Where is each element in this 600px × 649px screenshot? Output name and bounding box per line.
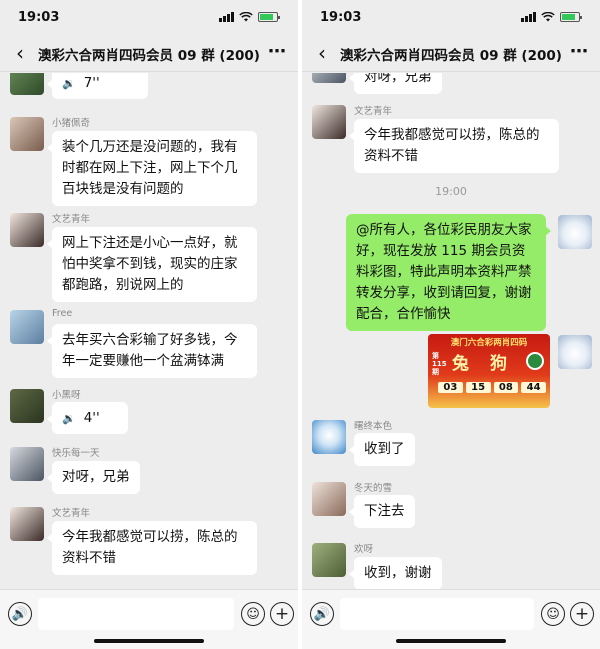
lottery-number: 08 <box>493 382 519 393</box>
emoji-icon[interactable]: ☺ <box>541 602 565 626</box>
lottery-number: 44 <box>521 382 546 393</box>
message-bubble[interactable]: 今年我都感觉可以捞，陈总的资料不错 <box>47 521 257 575</box>
wifi-icon <box>541 12 555 22</box>
input-bar: 🔊 ☺ + <box>0 589 298 649</box>
image-issue: 第115期 <box>432 352 447 376</box>
voice-wave-icon: 🔉 <box>62 411 76 425</box>
left-phone-screen: 19:03 ‹ 澳彩六合两肖四码会员 09 群 (200) ⋯ 🔉 7'' 小猪… <box>0 0 298 649</box>
lottery-number: 03 <box>438 382 463 393</box>
status-bar: 19:03 <box>0 0 298 36</box>
message-bubble[interactable]: 收到了 <box>349 433 415 466</box>
input-bar: 🔊 ☺ + <box>302 589 600 649</box>
sender-name: 文艺青年 <box>52 214 91 225</box>
sender-name: 欢呀 <box>354 544 374 555</box>
voice-duration: 4'' <box>83 409 100 426</box>
message-bubble[interactable]: 今年我都感觉可以捞，陈总的资料不错 <box>349 119 559 173</box>
chat-title: 澳彩六合两肖四码会员 09 群 (200) <box>340 48 562 64</box>
status-time: 19:03 <box>320 10 362 25</box>
sender-name: 曙终本色 <box>354 421 393 432</box>
sender-name: 快乐每一天 <box>52 448 100 459</box>
avatar[interactable] <box>10 310 44 344</box>
avatar[interactable] <box>10 389 44 423</box>
message-bubble[interactable]: 网上下注还是小心一点好，就怕中奖拿不到钱，现实的庄家都跑路，别说网上的 <box>47 227 257 302</box>
avatar[interactable] <box>10 117 44 151</box>
avatar[interactable] <box>10 507 44 541</box>
more-button[interactable]: ⋯ <box>566 40 592 66</box>
emoji-icon[interactable]: ☺ <box>241 602 265 626</box>
battery-icon <box>258 12 280 22</box>
avatar[interactable] <box>312 73 346 83</box>
chat-header: ‹ 澳彩六合两肖四码会员 09 群 (200) ⋯ <box>302 36 600 72</box>
voice-input-icon[interactable]: 🔊 <box>310 602 334 626</box>
home-indicator <box>94 639 204 643</box>
voice-duration: 7'' <box>83 74 100 91</box>
zodiac-2: 狗 <box>490 354 507 374</box>
status-bar: 19:03 <box>302 0 600 36</box>
message-bubble[interactable]: 对呀，兄弟 <box>47 461 140 494</box>
message-list[interactable]: 🔉 7'' 小猪佩奇 装个几万还是没问题的，我有时都在网上下注，网上下个几百块钱… <box>0 73 298 589</box>
more-button[interactable]: ⋯ <box>264 40 290 66</box>
sender-name: 小黑呀 <box>52 390 81 401</box>
back-button[interactable]: ‹ <box>310 40 334 66</box>
sender-name: 小猪佩奇 <box>52 118 91 129</box>
avatar[interactable] <box>10 73 44 95</box>
message-input[interactable] <box>340 598 534 630</box>
image-banner: 澳门六合彩两肖四码 <box>450 338 528 348</box>
timestamp: 19:00 <box>435 185 467 198</box>
avatar[interactable] <box>312 543 346 577</box>
status-time: 19:03 <box>18 10 60 25</box>
message-bubble[interactable]: 装个几万还是没问题的，我有时都在网上下注，网上下个几百块钱是没有问题的 <box>47 131 257 206</box>
avatar[interactable] <box>10 447 44 481</box>
message-bubble[interactable]: 去年买六合彩输了好多钱，今年一定要赚他一个盆满钵满 <box>47 324 257 378</box>
chat-title: 澳彩六合两肖四码会员 09 群 (200) <box>38 48 260 64</box>
sender-name: Free <box>52 308 73 319</box>
voice-message[interactable]: 🔉 4'' <box>47 402 128 434</box>
avatar[interactable] <box>312 105 346 139</box>
macau-emblem-icon <box>526 352 544 370</box>
chat-header: ‹ 澳彩六合两肖四码会员 09 群 (200) ⋯ <box>0 36 298 72</box>
right-phone-screen: 19:03 ‹ 澳彩六合两肖四码会员 09 群 (200) ⋯ 对呀，兄弟 文艺… <box>302 0 600 649</box>
lottery-image-message[interactable]: 澳门六合彩两肖四码 第115期 兔 狗 03 15 08 44 <box>428 334 550 408</box>
sender-name: 文艺青年 <box>354 106 393 117</box>
self-avatar[interactable] <box>558 215 592 249</box>
lottery-number: 15 <box>465 382 491 393</box>
avatar[interactable] <box>312 420 346 454</box>
avatar[interactable] <box>10 213 44 247</box>
avatar[interactable] <box>312 482 346 516</box>
sender-name: 冬天的雪 <box>354 483 393 494</box>
message-bubble[interactable]: 下注去 <box>349 495 415 528</box>
voice-wave-icon: 🔉 <box>62 76 76 90</box>
wifi-icon <box>239 12 253 22</box>
home-indicator <box>396 639 506 643</box>
battery-icon <box>560 12 582 22</box>
message-input[interactable] <box>38 598 234 630</box>
signal-icon <box>521 12 536 22</box>
voice-input-icon[interactable]: 🔊 <box>8 602 32 626</box>
self-avatar[interactable] <box>558 335 592 369</box>
sender-name: 文艺青年 <box>52 508 91 519</box>
message-bubble[interactable]: 收到，谢谢 <box>349 557 442 589</box>
voice-message[interactable]: 🔉 7'' <box>47 73 148 99</box>
message-bubble[interactable]: 对呀，兄弟 <box>349 73 442 94</box>
message-list[interactable]: 对呀，兄弟 文艺青年 今年我都感觉可以捞，陈总的资料不错 19:00 @所有人，… <box>302 73 600 589</box>
self-message-bubble[interactable]: @所有人，各位彩民朋友大家好，现在发放 115 期会员资料彩图，特此声明本资料严… <box>346 214 551 331</box>
plus-icon[interactable]: + <box>570 602 594 626</box>
plus-icon[interactable]: + <box>270 602 294 626</box>
signal-icon <box>219 12 234 22</box>
zodiac-1: 兔 <box>452 354 469 374</box>
back-button[interactable]: ‹ <box>8 40 32 66</box>
